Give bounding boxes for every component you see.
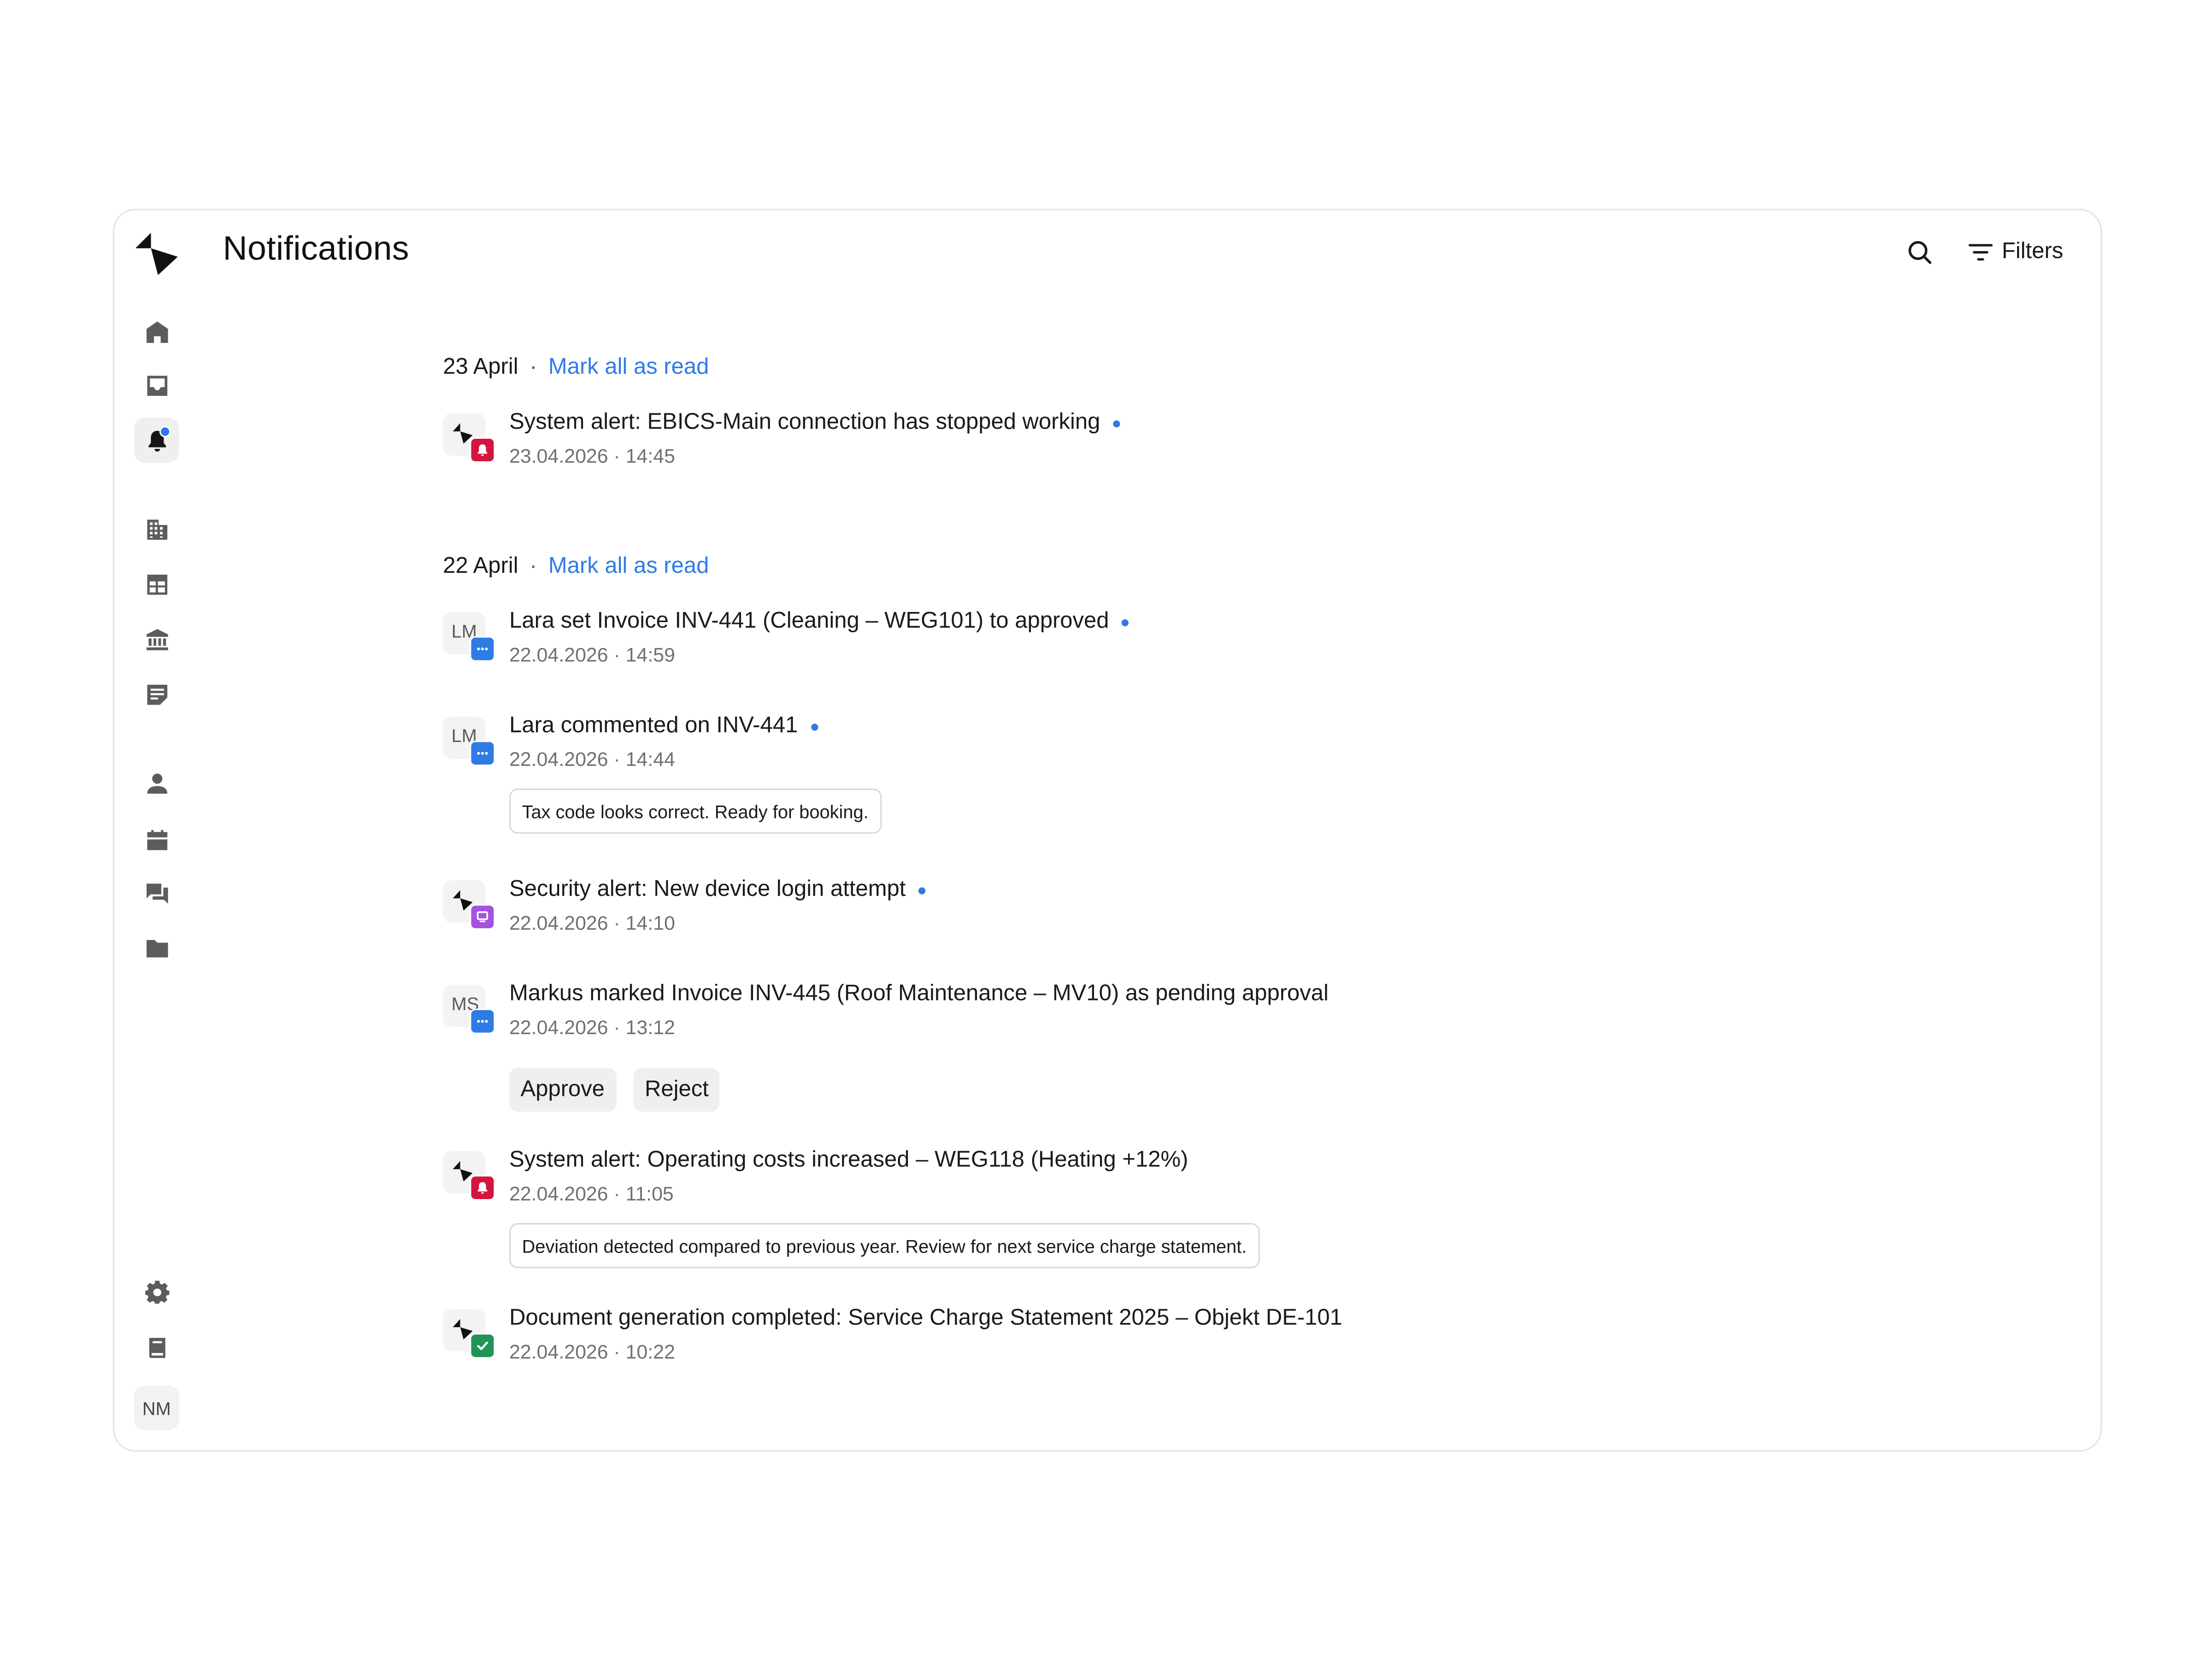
separator-dot: · xyxy=(529,554,537,579)
more-icon xyxy=(477,647,488,651)
notification-timestamp: 22.04.2026 · 13:12 xyxy=(509,1016,675,1039)
calendar-icon xyxy=(146,829,167,850)
approve-button[interactable]: Approve xyxy=(509,1068,616,1112)
comment-badge xyxy=(470,636,495,662)
notification-timestamp: 22.04.2026 · 14:59 xyxy=(509,643,675,666)
unread-dot xyxy=(918,886,926,894)
person-icon xyxy=(146,773,167,793)
system-avatar xyxy=(443,1309,495,1359)
sidebar-item-files[interactable] xyxy=(134,925,179,971)
date-group-header: 22 April · Mark all as read xyxy=(443,554,709,580)
unread-dot xyxy=(810,723,818,730)
inbox-icon xyxy=(146,375,167,395)
sidebar-item-guide[interactable] xyxy=(134,1324,179,1370)
notification-title: Lara commented on INV-441 xyxy=(509,714,818,739)
security-badge xyxy=(470,904,495,930)
bell-icon xyxy=(477,1182,488,1194)
group-date: 23 April xyxy=(443,355,518,380)
notification-title: System alert: EBICS-Main connection has … xyxy=(509,411,1120,436)
document-icon xyxy=(146,684,167,704)
unread-dot xyxy=(1112,419,1120,427)
bank-icon xyxy=(146,628,168,650)
system-avatar xyxy=(443,413,495,463)
app-logo[interactable] xyxy=(131,227,182,278)
sidebar-item-calendar[interactable] xyxy=(134,817,179,862)
building-icon xyxy=(146,519,167,539)
user-avatar: MS xyxy=(443,984,495,1034)
filters-button[interactable]: Filters xyxy=(1968,235,2063,269)
comment-badge xyxy=(470,741,495,766)
search-icon xyxy=(1908,241,1932,264)
checkmark-icon xyxy=(477,1341,488,1350)
page-title: Notifications xyxy=(223,229,409,268)
filters-label: Filters xyxy=(2001,240,2064,264)
notification-title: Lara set Invoice INV-441 (Cleaning – WEG… xyxy=(509,609,1129,635)
notification-timestamp: 22.04.2026 · 10:22 xyxy=(509,1340,675,1363)
sidebar-item-contacts[interactable] xyxy=(134,760,179,806)
notification-title: Document generation completed: Service C… xyxy=(509,1306,1342,1330)
sidebar-item-inbox[interactable] xyxy=(134,363,179,408)
more-icon xyxy=(477,1020,488,1023)
sidebar-item-messages[interactable] xyxy=(134,871,179,916)
sidebar-item-properties[interactable] xyxy=(134,506,179,552)
book-icon xyxy=(148,1337,165,1358)
mark-all-read-link[interactable]: Mark all as read xyxy=(548,355,709,381)
table-icon xyxy=(146,574,167,594)
sidebar-item-home[interactable] xyxy=(134,309,179,354)
gear-icon xyxy=(144,1280,169,1303)
mark-all-read-link[interactable]: Mark all as read xyxy=(548,554,709,580)
user-avatar[interactable]: NM xyxy=(134,1385,179,1431)
unread-indicator xyxy=(159,426,171,437)
user-avatar: LM xyxy=(443,612,495,662)
sidebar-item-settings[interactable] xyxy=(134,1270,179,1315)
notification-title: Markus marked Invoice INV-445 (Roof Main… xyxy=(509,982,1329,1006)
date-group-header: 23 April · Mark all as read xyxy=(443,355,709,381)
system-avatar xyxy=(443,880,495,930)
comment-badge xyxy=(470,1008,495,1034)
filter-icon xyxy=(1968,244,1993,261)
sidebar-item-bank[interactable] xyxy=(134,617,179,662)
chat-icon xyxy=(146,882,168,903)
notification-timestamp: 22.04.2026 · 11:05 xyxy=(509,1182,674,1205)
separator-dot: · xyxy=(529,355,537,380)
notification-timestamp: 22.04.2026 · 14:44 xyxy=(509,747,675,771)
success-badge xyxy=(470,1333,495,1359)
sidebar-item-notifications[interactable] xyxy=(134,418,179,463)
bell-icon xyxy=(477,444,488,456)
alert-detail: Deviation detected compared to previous … xyxy=(509,1223,1259,1269)
folder-icon xyxy=(146,939,168,957)
alert-badge xyxy=(470,437,495,463)
alert-badge xyxy=(470,1175,495,1201)
home-icon xyxy=(146,321,168,342)
reject-button[interactable]: Reject xyxy=(633,1068,720,1112)
group-date: 22 April xyxy=(443,554,518,579)
user-avatar: LM xyxy=(443,717,495,766)
notification-title: Security alert: New device login attempt xyxy=(509,877,926,903)
notifications-panel: NM Notifications Filters 23 April · Mark… xyxy=(112,209,2102,1452)
search-button[interactable] xyxy=(1903,235,1937,269)
unread-dot xyxy=(1122,618,1129,626)
device-icon xyxy=(477,911,488,923)
more-icon xyxy=(477,752,488,755)
sidebar-item-accounting[interactable] xyxy=(134,561,179,606)
notification-timestamp: 23.04.2026 · 14:45 xyxy=(509,444,675,467)
notification-timestamp: 22.04.2026 · 14:10 xyxy=(509,911,675,934)
system-avatar xyxy=(443,1151,495,1201)
comment-preview: Tax code looks correct. Ready for bookin… xyxy=(509,788,882,834)
notification-title: System alert: Operating costs increased … xyxy=(509,1148,1188,1172)
sidebar-item-documents[interactable] xyxy=(134,671,179,717)
